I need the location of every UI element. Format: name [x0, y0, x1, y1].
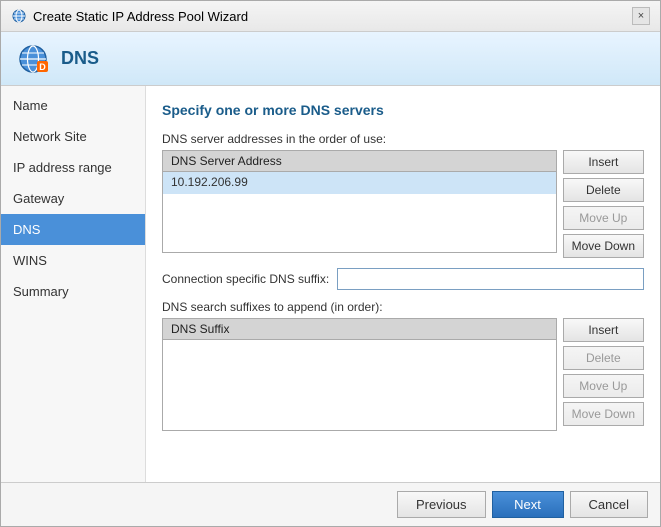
- dns-servers-section: DNS server addresses in the order of use…: [162, 132, 644, 258]
- dns-insert-button[interactable]: Insert: [563, 150, 644, 174]
- sidebar-item-ip-address-range[interactable]: IP address range: [1, 152, 145, 183]
- section-header-title: DNS: [61, 48, 99, 69]
- connection-suffix-label: Connection specific DNS suffix:: [162, 272, 329, 286]
- window-title: Create Static IP Address Pool Wizard: [33, 9, 248, 24]
- dns-suffix-move-up-button[interactable]: Move Up: [563, 374, 644, 398]
- dns-table-header: DNS Server Address: [163, 151, 556, 172]
- dns-icon: D: [17, 43, 49, 75]
- cancel-button[interactable]: Cancel: [570, 491, 648, 518]
- title-bar: Create Static IP Address Pool Wizard ×: [1, 1, 660, 32]
- connection-suffix-input[interactable]: [337, 268, 644, 290]
- sidebar-item-dns[interactable]: DNS: [1, 214, 145, 245]
- dns-search-label: DNS search suffixes to append (in order)…: [162, 300, 644, 314]
- main-window: Create Static IP Address Pool Wizard × D…: [0, 0, 661, 527]
- svg-text:D: D: [39, 62, 46, 72]
- dns-suffix-table-body: [163, 340, 556, 430]
- sidebar-item-wins[interactable]: WINS: [1, 245, 145, 276]
- dns-header: D DNS: [1, 32, 660, 86]
- sidebar: Name Network Site IP address range Gatew…: [1, 86, 146, 482]
- dns-suffix-insert-button[interactable]: Insert: [563, 318, 644, 342]
- content-area: Name Network Site IP address range Gatew…: [1, 86, 660, 482]
- title-bar-left: Create Static IP Address Pool Wizard: [11, 8, 248, 24]
- previous-button[interactable]: Previous: [397, 491, 486, 518]
- window-icon: [11, 8, 27, 24]
- footer: Previous Next Cancel: [1, 482, 660, 526]
- table-row[interactable]: 10.192.206.99: [163, 172, 556, 194]
- dns-suffix-delete-button[interactable]: Delete: [563, 346, 644, 370]
- dns-btn-group: Insert Delete Move Up Move Down: [563, 150, 644, 258]
- page-title: Specify one or more DNS servers: [162, 102, 644, 118]
- dns-delete-button[interactable]: Delete: [563, 178, 644, 202]
- dns-move-down-button[interactable]: Move Down: [563, 234, 644, 258]
- dns-table-body: 10.192.206.99: [163, 172, 556, 252]
- dns-servers-label: DNS server addresses in the order of use…: [162, 132, 644, 146]
- dns-search-section: DNS search suffixes to append (in order)…: [162, 300, 644, 431]
- sidebar-item-summary[interactable]: Summary: [1, 276, 145, 307]
- dns-servers-table: DNS Server Address 10.192.206.99: [162, 150, 557, 253]
- close-button[interactable]: ×: [632, 7, 650, 25]
- dns-suffix-table-container: DNS Suffix Insert Delete Move Up Move Do…: [162, 318, 644, 431]
- sidebar-item-name[interactable]: Name: [1, 90, 145, 121]
- next-button[interactable]: Next: [492, 491, 564, 518]
- dns-servers-table-container: DNS Server Address 10.192.206.99 Insert …: [162, 150, 644, 258]
- dns-suffix-move-down-button[interactable]: Move Down: [563, 402, 644, 426]
- dns-suffix-btn-group: Insert Delete Move Up Move Down: [563, 318, 644, 426]
- dns-move-up-button[interactable]: Move Up: [563, 206, 644, 230]
- dns-suffix-table: DNS Suffix: [162, 318, 557, 431]
- sidebar-item-gateway[interactable]: Gateway: [1, 183, 145, 214]
- connection-suffix-row: Connection specific DNS suffix:: [162, 268, 644, 290]
- sidebar-item-network-site[interactable]: Network Site: [1, 121, 145, 152]
- main-content: Specify one or more DNS servers DNS serv…: [146, 86, 660, 482]
- dns-suffix-table-header: DNS Suffix: [163, 319, 556, 340]
